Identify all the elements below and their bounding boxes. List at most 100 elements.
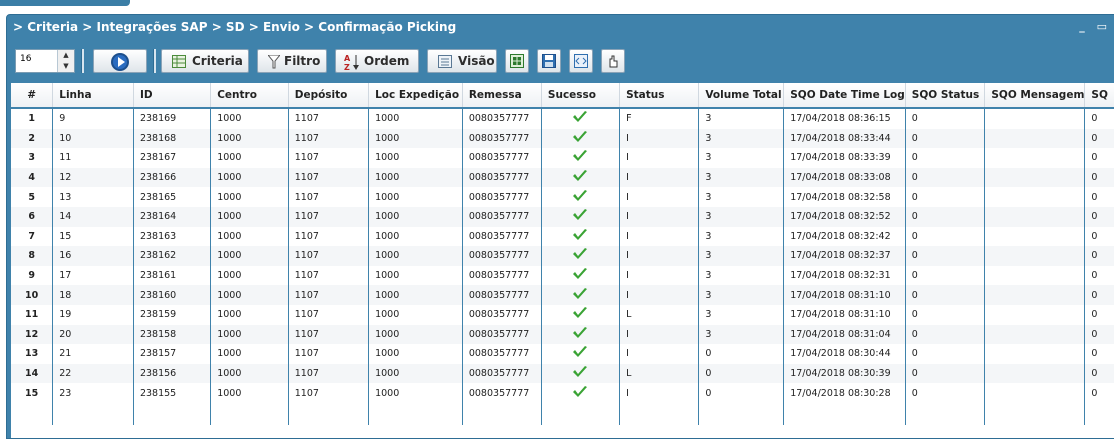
table-row[interactable]: 4 12 238166 1000 1107 1000 0080357777 I 3 17/04/2… xyxy=(11,167,1114,188)
cell-sqo-status: 0 xyxy=(905,206,986,227)
cell-loc-expedicao: 1000 xyxy=(368,246,463,266)
cell-sq: 0 xyxy=(1084,128,1114,149)
cell-sqo-date-time-log: 17/04/2018 08:32:37 xyxy=(783,246,906,266)
table-row[interactable]: 1 9 238169 1000 1107 1000 0080357777 F 3 17/04/20… xyxy=(11,108,1114,129)
cell-sqo-mensagem xyxy=(984,206,1086,227)
cell-sq: 0 xyxy=(1084,324,1114,345)
window-controls[interactable]: _ ▭ xyxy=(1079,20,1111,33)
sucesso-cell xyxy=(541,108,621,129)
column-header-linha[interactable]: Linha xyxy=(52,83,134,109)
checkmark-icon xyxy=(573,228,588,240)
column-header-loc-expedicao[interactable]: Loc Expedição xyxy=(368,83,463,109)
cell-status: I xyxy=(619,265,700,286)
cell-centro: 1000 xyxy=(210,206,289,227)
cell-sqo-status: 0 xyxy=(905,285,986,305)
cell-sqo-mensagem xyxy=(984,363,1086,384)
page-size-value[interactable]: 16 xyxy=(20,54,31,64)
grid-table: # Linha ID Centro Depósito Loc Expedição Remes… xyxy=(11,83,1114,425)
breadcrumb: > Criteria > Integrações SAP > SD > Envi… xyxy=(13,20,457,34)
table-row[interactable]: 12 20 238158 1000 1107 1000 0080357777 I 3 17/04/… xyxy=(11,324,1114,345)
hand-pointer-icon xyxy=(609,55,618,68)
empty-cell xyxy=(52,402,134,425)
cell-loc-expedicao: 1000 xyxy=(368,167,463,188)
column-header-sqo-date-time-log[interactable]: SQO Date Time Log xyxy=(783,83,906,109)
table-row[interactable]: 2 10 238168 1000 1107 1000 0080357777 I 3 17/04/2… xyxy=(11,128,1114,149)
cell-volume-total: 3 xyxy=(698,148,785,168)
column-header-row-number[interactable]: # xyxy=(11,83,54,109)
cell-id: 238166 xyxy=(133,167,212,188)
column-header-volume-total[interactable]: Volume Total xyxy=(698,83,785,109)
cell-linha: 12 xyxy=(52,167,134,188)
cell-id: 238159 xyxy=(133,304,212,325)
cell-sq: 0 xyxy=(1084,167,1114,188)
cell-linha: 19 xyxy=(52,304,134,325)
cell-linha: 17 xyxy=(52,265,134,286)
sucesso-cell xyxy=(541,363,621,384)
toolbar-separator xyxy=(81,49,84,73)
ordem-label: Ordem xyxy=(364,54,410,68)
table-row[interactable]: 6 14 238164 1000 1107 1000 0080357777 I 3 17/04/2… xyxy=(11,206,1114,227)
cell-centro: 1000 xyxy=(210,363,289,384)
data-grid: # Linha ID Centro Depósito Loc Expedição Remes… xyxy=(11,83,1114,438)
checkmark-icon xyxy=(573,170,588,182)
table-row[interactable]: 13 21 238157 1000 1107 1000 0080357777 I 0 17/04/… xyxy=(11,344,1114,364)
column-header-status[interactable]: Status xyxy=(619,83,700,109)
table-row[interactable]: 3 11 238167 1000 1107 1000 0080357777 I 3 17/04/2… xyxy=(11,148,1114,168)
svg-text:A: A xyxy=(344,54,351,63)
hand-button[interactable] xyxy=(601,49,625,73)
column-header-id[interactable]: ID xyxy=(133,83,212,109)
column-header-sqo-status[interactable]: SQO Status xyxy=(905,83,986,109)
column-header-sqo-mensagem[interactable]: SQO Mensagem xyxy=(984,83,1086,109)
ordem-button[interactable]: A Z Ordem xyxy=(335,49,419,73)
cell-sqo-mensagem xyxy=(984,304,1086,325)
cell-id: 238157 xyxy=(133,344,212,364)
run-button[interactable] xyxy=(93,49,147,73)
row-number: 10 xyxy=(11,285,54,305)
cell-volume-total: 3 xyxy=(698,187,785,207)
page-size-stepper[interactable]: 16 ▲ ▼ xyxy=(15,49,75,73)
cell-remessa: 0080357777 xyxy=(462,206,542,227)
empty-cell xyxy=(541,402,621,425)
table-row[interactable]: 7 15 238163 1000 1107 1000 0080357777 I 3 17/04/2… xyxy=(11,226,1114,247)
cell-linha: 15 xyxy=(52,226,134,247)
stepper-down-icon[interactable]: ▼ xyxy=(58,61,74,72)
sucesso-cell xyxy=(541,128,621,149)
table-row[interactable]: 5 13 238165 1000 1107 1000 0080357777 I 3 17/04/2… xyxy=(11,187,1114,207)
criteria-button[interactable]: Criteria xyxy=(161,49,249,73)
stepper-buttons[interactable]: ▲ ▼ xyxy=(57,50,74,72)
sucesso-cell xyxy=(541,324,621,345)
save-button[interactable] xyxy=(537,49,561,73)
cell-sqo-status: 0 xyxy=(905,167,986,188)
filtro-button[interactable]: Filtro xyxy=(257,49,327,73)
cell-status: I xyxy=(619,226,700,247)
table-row[interactable]: 11 19 238159 1000 1107 1000 0080357777 L 3 17/04/… xyxy=(11,304,1114,325)
cell-id: 238164 xyxy=(133,206,212,227)
cell-remessa: 0080357777 xyxy=(462,226,542,247)
table-row[interactable]: 15 23 238155 1000 1107 1000 0080357777 I 0 17/04/… xyxy=(11,383,1114,403)
code-button[interactable] xyxy=(569,49,593,73)
table-row[interactable]: 8 16 238162 1000 1107 1000 0080357777 I 3 17/04/2… xyxy=(11,246,1114,266)
column-header-deposito[interactable]: Depósito xyxy=(288,83,370,109)
cell-sq: 0 xyxy=(1084,148,1114,168)
cell-remessa: 0080357777 xyxy=(462,148,542,168)
row-number: 11 xyxy=(11,304,54,325)
sucesso-cell xyxy=(541,304,621,325)
cell-remessa: 0080357777 xyxy=(462,324,542,345)
export-button[interactable] xyxy=(505,49,529,73)
visao-button[interactable]: Visão xyxy=(427,49,497,73)
table-row[interactable]: 14 22 238156 1000 1107 1000 0080357777 L 0 17/04/… xyxy=(11,363,1114,384)
cell-sqo-mensagem xyxy=(984,324,1086,345)
column-header-sq[interactable]: SQ xyxy=(1084,83,1114,109)
view-list-icon xyxy=(438,55,452,68)
empty-cell xyxy=(905,402,986,425)
table-row[interactable]: 10 18 238160 1000 1107 1000 0080357777 I 3 17/04/… xyxy=(11,285,1114,305)
cell-status: L xyxy=(619,304,700,325)
column-header-sucesso[interactable]: Sucesso xyxy=(541,83,621,109)
column-header-centro[interactable]: Centro xyxy=(210,83,289,109)
cell-centro: 1000 xyxy=(210,324,289,345)
cell-centro: 1000 xyxy=(210,344,289,364)
stepper-up-icon[interactable]: ▲ xyxy=(58,50,74,61)
column-header-remessa[interactable]: Remessa xyxy=(462,83,542,109)
cell-id: 238161 xyxy=(133,265,212,286)
table-row[interactable]: 9 17 238161 1000 1107 1000 0080357777 I 3 17/04/2… xyxy=(11,265,1114,286)
